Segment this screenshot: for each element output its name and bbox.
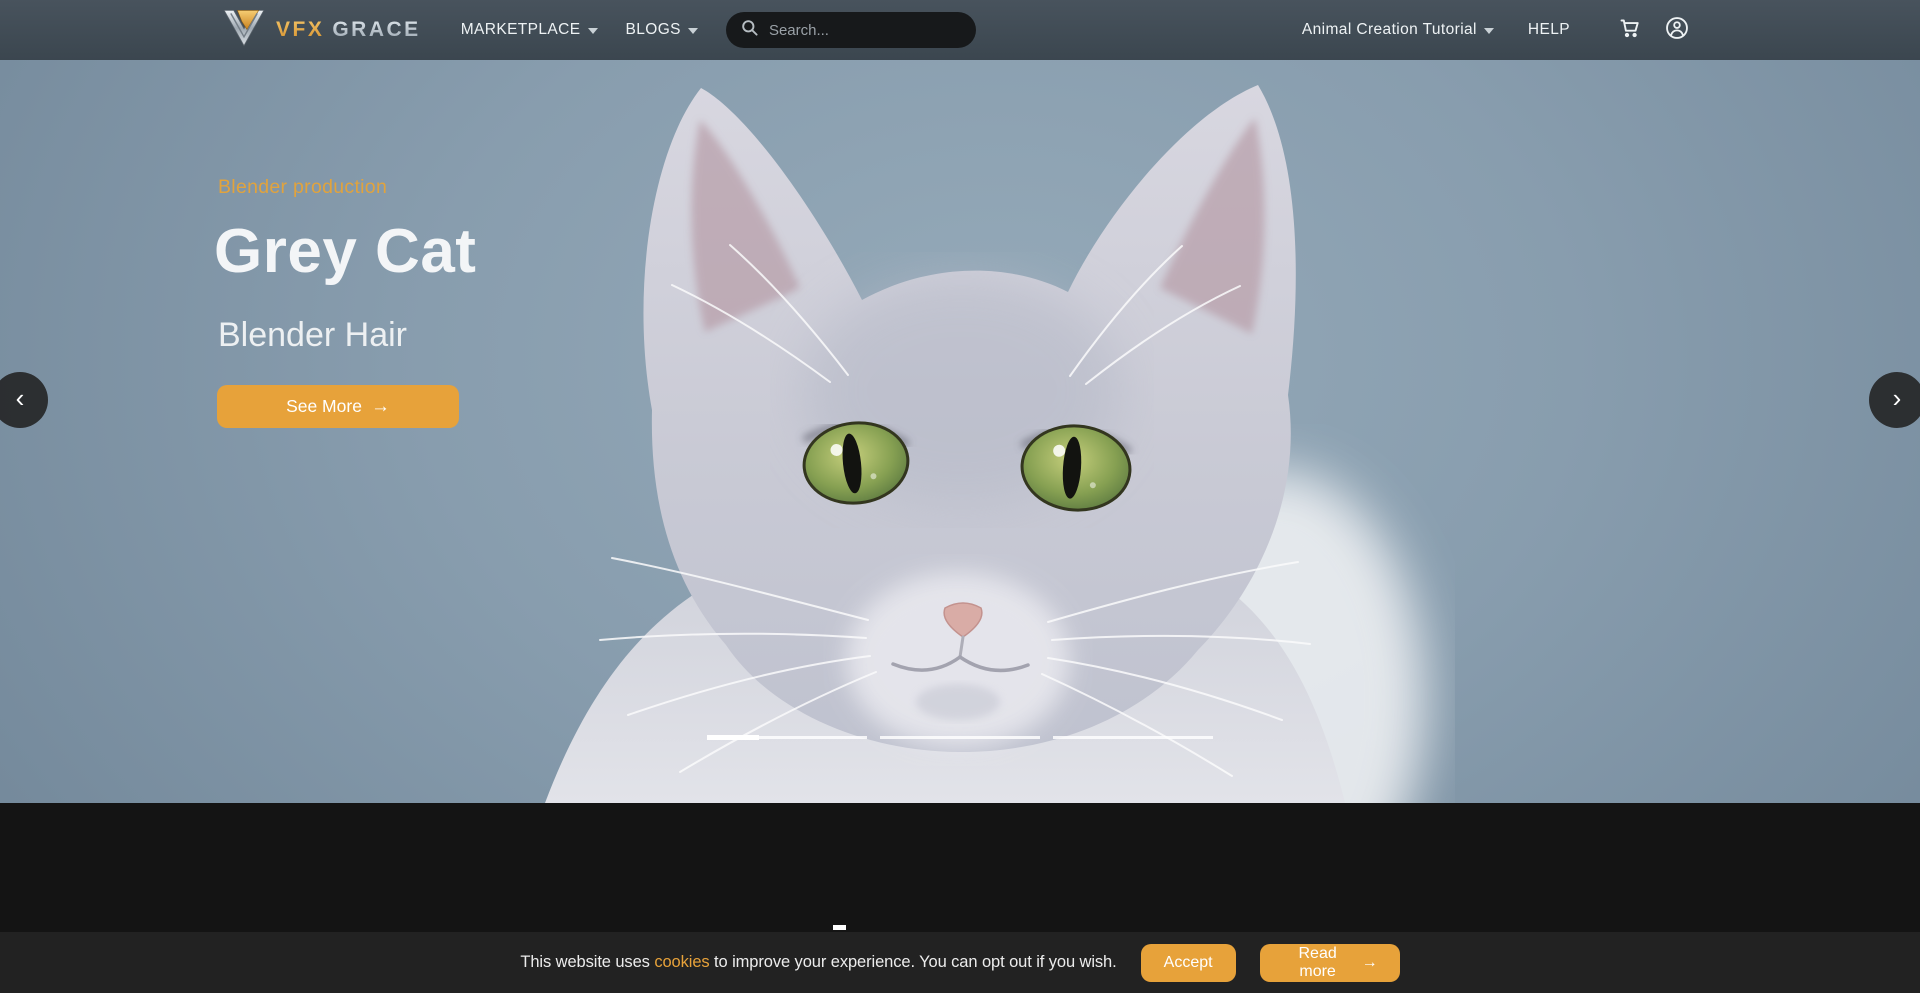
chevron-down-icon: [1484, 28, 1494, 34]
cookies-link[interactable]: cookies: [654, 953, 709, 971]
search-icon: [740, 18, 759, 42]
carousel-indicator-3[interactable]: [1053, 736, 1213, 739]
accept-label: Accept: [1164, 954, 1213, 972]
nav-item-label: HELP: [1528, 21, 1570, 39]
carousel-indicators: [707, 736, 1213, 739]
carousel-next-button[interactable]: ›: [1869, 372, 1920, 428]
nav-item-label: Animal Creation Tutorial: [1302, 21, 1477, 39]
brand-logo[interactable]: VFX GRACE: [222, 8, 421, 53]
nav-item-blogs[interactable]: BLOGS: [626, 21, 698, 39]
hero-subtitle: Blender Hair: [218, 316, 407, 355]
search-input[interactable]: [769, 22, 968, 39]
section-divider-dash: [833, 925, 846, 930]
nav-item-label: BLOGS: [626, 21, 681, 39]
cookie-message: This website uses cookies to improve you…: [520, 953, 1116, 972]
hero-carousel: Blender production Grey Cat Blender Hair…: [0, 60, 1920, 803]
hero-title: Grey Cat: [214, 216, 476, 287]
top-nav: VFX GRACE MARKETPLACE BLOGS: [0, 0, 1920, 60]
nav-item-help[interactable]: HELP: [1528, 21, 1570, 39]
cart-icon: [1618, 16, 1642, 45]
brand-vfx: VFX: [276, 18, 324, 42]
chevron-left-icon: ‹: [16, 383, 25, 414]
nav-item-label: MARKETPLACE: [461, 21, 581, 39]
nav-item-marketplace[interactable]: MARKETPLACE: [461, 21, 598, 39]
search-bar: [726, 12, 976, 48]
account-icon: [1664, 15, 1690, 46]
arrow-right-icon: →: [371, 397, 390, 416]
chevron-down-icon: [688, 28, 698, 34]
account-button[interactable]: [1664, 15, 1690, 46]
cookie-text-after: to improve your experience. You can opt …: [710, 953, 1117, 971]
carousel-progress: [707, 735, 759, 740]
chevron-right-icon: ›: [1893, 383, 1902, 414]
arrow-right-icon: →: [1362, 954, 1378, 972]
cookie-text-before: This website uses: [520, 953, 654, 971]
see-more-label: See More: [286, 396, 362, 417]
nav-item-animal-creation-tutorial[interactable]: Animal Creation Tutorial: [1302, 21, 1494, 39]
brand-grace: GRACE: [332, 18, 420, 42]
carousel-indicator-2[interactable]: [880, 736, 1040, 739]
see-more-button[interactable]: See More →: [217, 385, 459, 428]
accept-button[interactable]: Accept: [1141, 944, 1236, 982]
hero-eyebrow: Blender production: [218, 176, 387, 199]
logo-mark-icon: [222, 8, 266, 53]
content-section: [0, 803, 1920, 932]
read-more-button[interactable]: Read more →: [1260, 944, 1400, 982]
cart-button[interactable]: [1618, 16, 1642, 45]
cookie-banner: This website uses cookies to improve you…: [0, 932, 1920, 993]
read-more-label: Read more: [1282, 945, 1354, 981]
carousel-indicator-1[interactable]: [707, 736, 867, 739]
brand-name: VFX GRACE: [276, 18, 421, 42]
page: VFX GRACE MARKETPLACE BLOGS: [0, 0, 1920, 993]
chevron-down-icon: [588, 28, 598, 34]
hero-image-grey-cat: [0, 60, 1920, 803]
